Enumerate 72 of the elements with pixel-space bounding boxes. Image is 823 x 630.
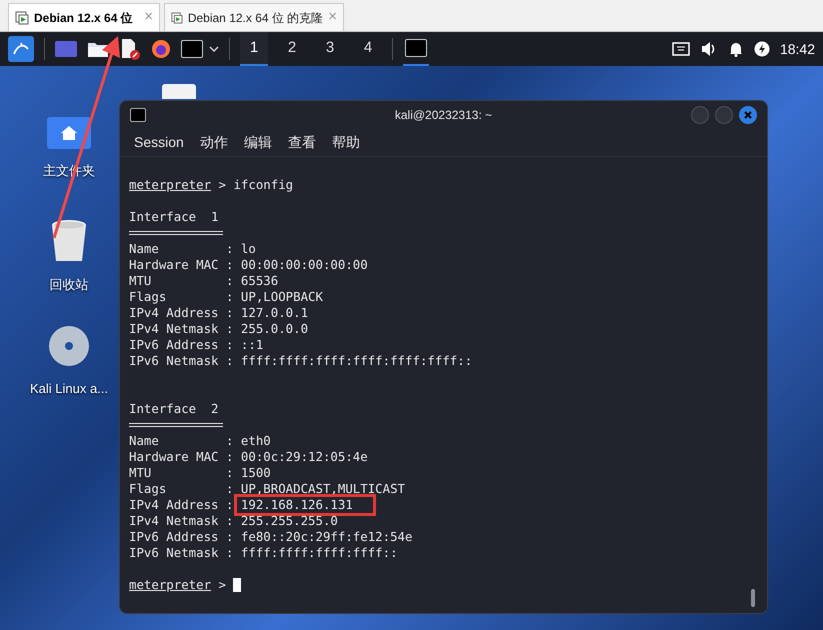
scrollbar-thumb[interactable] xyxy=(751,589,755,607)
command-text: > ifconfig xyxy=(218,177,294,193)
field-label: Flags : xyxy=(129,289,234,305)
kali-menu-icon[interactable] xyxy=(8,36,34,62)
vm-icon xyxy=(171,10,183,24)
tab-label: Debian 12.x 64 位 的克隆 xyxy=(188,10,324,26)
power-icon[interactable] xyxy=(754,41,770,57)
field-label: Name : xyxy=(129,433,234,449)
field-value: UP,LOOPBACK xyxy=(240,289,323,305)
menu-item[interactable]: 查看 xyxy=(288,132,316,153)
command-text: > xyxy=(218,577,227,593)
field-label: IPv4 Address : xyxy=(129,497,234,513)
field-value: 127.0.0.1 xyxy=(240,305,308,321)
field-value: 255.0.0.0 xyxy=(240,321,308,337)
field-value: ffff:ffff:ffff:ffff:ffff:ffff:: xyxy=(240,353,472,369)
field-value: 192.168.126.131 xyxy=(236,497,373,513)
field-label: MTU : xyxy=(129,273,234,289)
field-label: Name : xyxy=(129,241,234,257)
field-value: 1500 xyxy=(240,465,271,481)
text-editor-icon[interactable] xyxy=(119,38,141,60)
browser-icon[interactable] xyxy=(151,39,171,59)
field-value: eth0 xyxy=(240,433,271,449)
field-label: Hardware MAC : xyxy=(129,257,234,273)
field-label: Hardware MAC : xyxy=(129,449,234,465)
desktop-icon-label[interactable]: Kali Linux a... xyxy=(30,378,108,398)
close-button[interactable] xyxy=(739,106,757,124)
home-folder-icon xyxy=(47,116,91,148)
field-value: 00:00:00:00:00:00 xyxy=(240,257,368,273)
terminal-icon[interactable] xyxy=(181,40,219,58)
terminal-icon xyxy=(130,108,146,122)
clock[interactable]: 18:42 xyxy=(780,38,815,60)
vm-tab[interactable]: Debian 12.x 64 位 × xyxy=(8,3,160,31)
field-value: ffff:ffff:ffff:ffff:: xyxy=(240,545,398,561)
field-label: IPv6 Address : xyxy=(129,529,234,545)
field-label: IPv6 Netmask : xyxy=(129,353,234,369)
field-label: IPv4 Netmask : xyxy=(129,321,234,337)
field-value: ::1 xyxy=(240,337,264,353)
field-value: UP,BROADCAST,MULTICAST xyxy=(240,481,406,497)
tab-label: Debian 12.x 64 位 xyxy=(34,10,133,26)
workspace-button[interactable]: 2 xyxy=(278,32,306,66)
field-label: IPv6 Address : xyxy=(129,337,234,353)
menu-item[interactable]: 动作 xyxy=(200,132,228,153)
desktop-icon-label[interactable]: 回收站 xyxy=(50,274,88,294)
disc-icon xyxy=(48,324,90,366)
field-label: IPv4 Netmask : xyxy=(129,513,234,529)
network-icon[interactable] xyxy=(672,42,690,56)
window-title: kali@20232313: ~ xyxy=(394,107,494,124)
prompt-label: meterpreter xyxy=(129,177,212,193)
field-label: MTU : xyxy=(129,465,234,481)
menu-item[interactable]: 帮助 xyxy=(332,132,360,153)
field-label: IPv4 Address : xyxy=(129,305,234,321)
workspace-button[interactable]: 3 xyxy=(316,32,344,66)
field-value: 00:0c:29:12:05:4e xyxy=(240,449,368,465)
field-label: Flags : xyxy=(129,481,234,497)
workspace-button[interactable]: 1 xyxy=(240,32,268,66)
folder-icon[interactable] xyxy=(87,40,109,58)
field-value: lo xyxy=(240,241,256,257)
field-label: IPv6 Netmask : xyxy=(129,545,234,561)
trash-icon xyxy=(50,218,88,262)
workspace-button[interactable]: 4 xyxy=(354,32,382,66)
close-icon xyxy=(743,110,753,120)
vm-icon xyxy=(15,10,29,24)
menu-item[interactable]: Session xyxy=(134,132,184,153)
interface-heading: Interface 1 xyxy=(129,209,219,225)
vm-tab[interactable]: Debian 12.x 64 位 的克隆 × xyxy=(164,3,344,31)
field-value: 65536 xyxy=(240,273,278,289)
bell-icon[interactable] xyxy=(728,41,744,57)
field-value: fe80::20c:29ff:fe12:54e xyxy=(240,529,412,545)
menu-item[interactable]: 编辑 xyxy=(244,132,272,153)
field-value: 255.255.255.0 xyxy=(240,513,338,529)
prompt-label: meterpreter xyxy=(129,577,212,593)
interface-heading: Interface 2 xyxy=(129,401,219,417)
